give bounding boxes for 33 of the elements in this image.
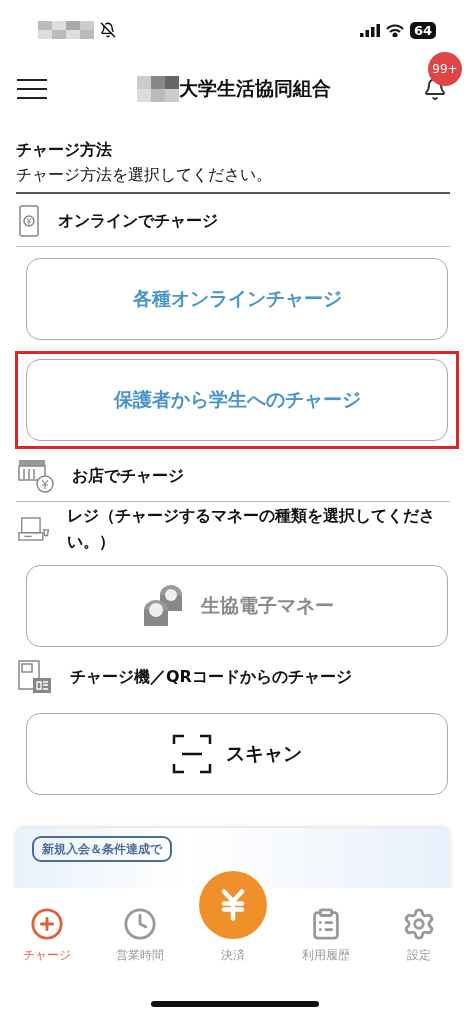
section-heading: チャージ方法 <box>16 140 113 161</box>
banner-tag: 新規入会＆条件達成で <box>32 836 172 862</box>
tab-item[interactable]: チャージ <box>6 900 87 964</box>
pixelated-block <box>38 21 94 39</box>
promo-banner[interactable]: 新規入会＆条件達成で <box>16 828 450 888</box>
app-title: 大学生活協同組合 <box>179 76 331 101</box>
bell-icon[interactable] <box>423 77 447 101</box>
notification-badge: 99+ <box>428 52 462 86</box>
bell-off-icon <box>100 22 116 38</box>
plus-circle-icon <box>29 907 64 941</box>
instruction-text: チャージ方法を選択してください。 <box>16 161 450 194</box>
battery-level: 64 <box>409 21 436 39</box>
tab-item[interactable]: 営業時間 <box>99 900 180 964</box>
register-icon <box>18 516 50 542</box>
method-heading: オンラインでチャージ <box>58 210 218 233</box>
charge-option-button[interactable]: 各種オンラインチャージ <box>26 258 448 340</box>
method-heading: チャージ機／QRコードからのチャージ <box>70 666 352 689</box>
charge-option-button[interactable]: 保護者から学生へのチャージ <box>26 359 448 441</box>
method-heading: レジ（チャージするマネーの種類を選択してください。） <box>67 505 437 553</box>
charge-option-button[interactable]: 生協電子マネー <box>26 565 448 647</box>
clock-icon <box>122 907 157 941</box>
menu-icon[interactable] <box>16 78 48 100</box>
qr-machine-icon <box>18 660 52 694</box>
wifi-icon <box>385 23 404 37</box>
tab-item[interactable]: 利用履歴 <box>286 900 367 964</box>
tab-item[interactable]: 設定 <box>379 900 460 964</box>
pixelated-block <box>137 76 179 102</box>
method-heading: お店でチャージ <box>72 465 184 488</box>
charge-option-button[interactable]: スキャン <box>26 713 448 795</box>
scan-frame-icon <box>172 734 212 774</box>
signal-icon <box>359 23 380 37</box>
store-yen-icon <box>18 459 54 493</box>
phone-yen-icon <box>18 205 40 237</box>
